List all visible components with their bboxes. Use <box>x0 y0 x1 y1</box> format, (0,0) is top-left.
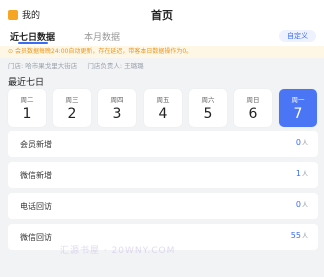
active-tab-indicator <box>18 42 48 44</box>
stat-label: 会员新增 <box>20 140 52 149</box>
day-card[interactable]: 周六 5 <box>189 89 227 127</box>
stat-unit: 人 <box>301 171 308 178</box>
day-card-selected[interactable]: 周一 7 <box>279 89 317 127</box>
section-title: 最近七日 <box>8 78 45 88</box>
stat-label: 微信新增 <box>20 171 52 180</box>
day-card[interactable]: 周日 6 <box>234 89 272 127</box>
day-card[interactable]: 周三 2 <box>53 89 91 127</box>
watermark: 汇源书屋 · 20WNY.COM <box>60 246 176 256</box>
day-number: 3 <box>112 106 122 122</box>
stat-row-wechat-new[interactable]: 微信新增 1人 <box>8 162 318 188</box>
store-manager: 门店负责人: 王璐璐 <box>87 62 144 70</box>
day-number: 5 <box>203 106 213 122</box>
day-name: 周四 <box>110 96 124 104</box>
stat-value-wrap: 1人 <box>296 169 308 178</box>
day-card[interactable]: 周二 1 <box>8 89 46 127</box>
day-number: 7 <box>293 106 303 122</box>
stat-value-wrap: 0人 <box>296 200 308 209</box>
stat-value: 55 <box>290 231 301 240</box>
info-icon: ⊙ <box>8 48 14 55</box>
notice-text: 会员数据每晚24:00自动更新，存在延迟，带客本日数据操作为0。 <box>15 48 193 55</box>
tab-bar: 近七日数据 本月数据 自定义 <box>0 28 324 46</box>
day-name: 周五 <box>156 96 170 104</box>
day-number: 4 <box>158 106 168 122</box>
day-card[interactable]: 周四 3 <box>98 89 136 127</box>
day-selector: 周二 1 周三 2 周四 3 周五 4 周六 5 周日 6 周一 7 <box>8 89 318 127</box>
day-name: 周日 <box>246 96 260 104</box>
day-name: 周六 <box>201 96 215 104</box>
day-name: 周三 <box>65 96 79 104</box>
stat-unit: 人 <box>301 202 308 209</box>
top-bar: 我的 首页 <box>0 0 324 28</box>
tab-this-month[interactable]: 本月数据 <box>84 30 120 43</box>
stat-value: 0 <box>295 138 301 147</box>
stat-row-member-new[interactable]: 会员新增 0人 <box>8 131 318 157</box>
day-name: 周一 <box>291 96 305 104</box>
custom-button[interactable]: 自定义 <box>279 30 316 42</box>
day-name: 周二 <box>20 96 34 104</box>
stat-unit: 人 <box>301 140 308 147</box>
store-info: 门店: 哈市果戈里大街店 门店负责人: 王璐璐 <box>0 60 324 72</box>
day-number: 2 <box>67 106 77 122</box>
stat-value: 0 <box>295 200 301 209</box>
stat-value-wrap: 0人 <box>296 138 308 147</box>
stat-row-phone-followup[interactable]: 电话回访 0人 <box>8 193 318 219</box>
day-number: 6 <box>248 106 258 122</box>
stat-label: 微信回访 <box>20 233 52 242</box>
day-number: 1 <box>22 106 32 122</box>
stat-value-wrap: 55人 <box>291 231 308 240</box>
stat-label: 电话回访 <box>20 202 52 211</box>
stat-value: 1 <box>295 169 301 178</box>
stat-unit: 人 <box>301 233 308 240</box>
day-card[interactable]: 周五 4 <box>144 89 182 127</box>
page-title: 首页 <box>151 9 173 22</box>
store-name: 门店: 哈市果戈里大街店 <box>8 62 78 70</box>
notice-bar: ⊙ 会员数据每晚24:00自动更新，存在延迟，带客本日数据操作为0。 <box>0 46 324 58</box>
